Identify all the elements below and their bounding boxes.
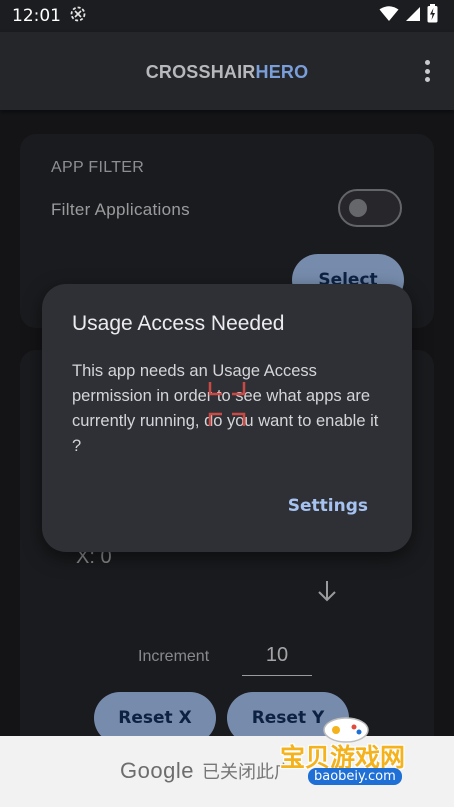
status-right <box>379 4 438 28</box>
wifi-icon <box>379 5 399 27</box>
status-bar: 12:01 <box>0 0 454 32</box>
watermark-url: baobeiy.com <box>308 768 402 785</box>
app-bar: CROSSHAIRHERO <box>0 32 454 110</box>
ad-closed-label: 已关闭此广 <box>201 762 292 782</box>
crosshair-icon <box>202 380 252 428</box>
settings-button[interactable]: Settings <box>288 496 368 516</box>
app-title-part-hero: HERO <box>255 62 309 82</box>
dialog-title: Usage Access Needed <box>72 312 285 335</box>
battery-icon <box>427 4 438 28</box>
signal-icon <box>405 6 421 27</box>
app-title: CROSSHAIRHERO <box>0 62 454 83</box>
sync-icon <box>69 5 87 28</box>
ad-text: Google 已关闭此广 <box>120 758 292 784</box>
google-label: Google <box>120 758 194 783</box>
clock: 12:01 <box>12 6 61 26</box>
app-title-part-crosshair: CROSSHAIR <box>145 62 256 82</box>
overflow-menu-icon[interactable] <box>420 58 434 84</box>
watermark: 宝贝游戏网 baobeiy.com <box>280 712 454 792</box>
status-left: 12:01 <box>12 5 87 28</box>
